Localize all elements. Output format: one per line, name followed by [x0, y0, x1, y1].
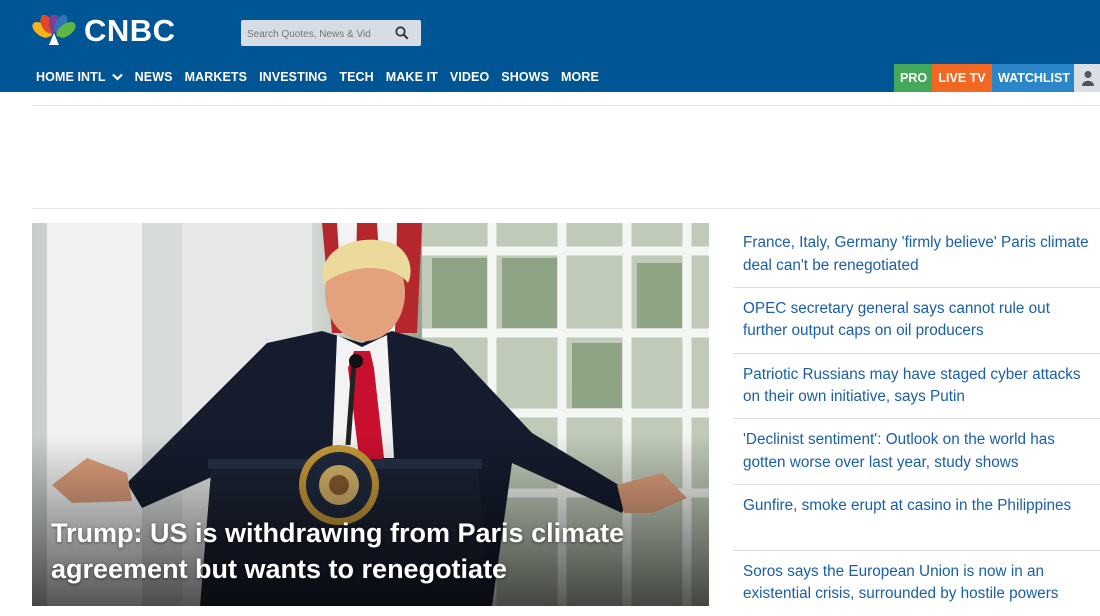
main-nav: HOME INTL NEWS MARKETS INVESTING TECH MA… — [36, 62, 611, 92]
nav-more[interactable]: MORE — [561, 70, 599, 84]
nav-home-intl[interactable]: HOME INTL — [36, 70, 123, 84]
headline-list: France, Italy, Germany 'firmly believe' … — [733, 222, 1100, 616]
brand-name: CNBC — [84, 13, 176, 48]
user-icon — [1082, 71, 1094, 86]
list-item: OPEC secretary general says cannot rule … — [733, 288, 1100, 354]
search-input[interactable] — [245, 23, 394, 45]
list-item: France, Italy, Germany 'firmly believe' … — [733, 222, 1100, 288]
search-box[interactable] — [241, 20, 421, 46]
nav-make-it[interactable]: MAKE IT — [386, 70, 438, 84]
pro-button[interactable]: PRO — [894, 64, 932, 92]
headline-link[interactable]: France, Italy, Germany 'firmly believe' … — [743, 232, 1092, 277]
nav-investing[interactable]: INVESTING — [259, 70, 327, 84]
live-tv-button[interactable]: LIVE TV — [932, 64, 992, 92]
list-item: Gunfire, smoke erupt at casino in the Ph… — [733, 485, 1100, 551]
nav-markets[interactable]: MARKETS — [185, 70, 248, 84]
headline-link[interactable]: Gunfire, smoke erupt at casino in the Ph… — [743, 495, 1092, 518]
right-nav: PRO LIVE TV WATCHLIST — [894, 64, 1100, 92]
chevron-down-icon[interactable] — [111, 73, 123, 81]
peacock-logo-icon — [32, 15, 76, 46]
watchlist-button[interactable]: WATCHLIST — [992, 64, 1074, 92]
top-header: CNBC HOME INTL NEWS MARKETS INVESTING TE… — [0, 0, 1100, 92]
cnbc-logo[interactable]: CNBC — [30, 13, 176, 48]
hero-story[interactable]: Trump: US is withdrawing from Paris clim… — [32, 223, 709, 606]
list-item: Soros says the European Union is now in … — [733, 551, 1100, 616]
search-icon[interactable] — [395, 26, 409, 40]
headline-link[interactable]: OPEC secretary general says cannot rule … — [743, 298, 1092, 343]
list-item: 'Declinist sentiment': Outlook on the wo… — [733, 419, 1100, 486]
divider-top — [32, 105, 1100, 106]
nav-tech[interactable]: TECH — [339, 70, 373, 84]
headline-link[interactable]: Soros says the European Union is now in … — [743, 561, 1092, 606]
nav-video[interactable]: VIDEO — [450, 70, 489, 84]
nav-home-intl-label: HOME INTL — [36, 70, 106, 84]
nav-shows[interactable]: SHOWS — [501, 70, 549, 84]
list-item: Patriotic Russians may have staged cyber… — [733, 354, 1100, 420]
headline-link[interactable]: 'Declinist sentiment': Outlook on the wo… — [743, 429, 1092, 474]
user-button[interactable] — [1074, 64, 1100, 92]
nav-news[interactable]: NEWS — [135, 70, 173, 84]
divider-bottom — [32, 208, 1100, 209]
hero-title[interactable]: Trump: US is withdrawing from Paris clim… — [51, 515, 691, 587]
headline-link[interactable]: Patriotic Russians may have staged cyber… — [743, 364, 1092, 409]
